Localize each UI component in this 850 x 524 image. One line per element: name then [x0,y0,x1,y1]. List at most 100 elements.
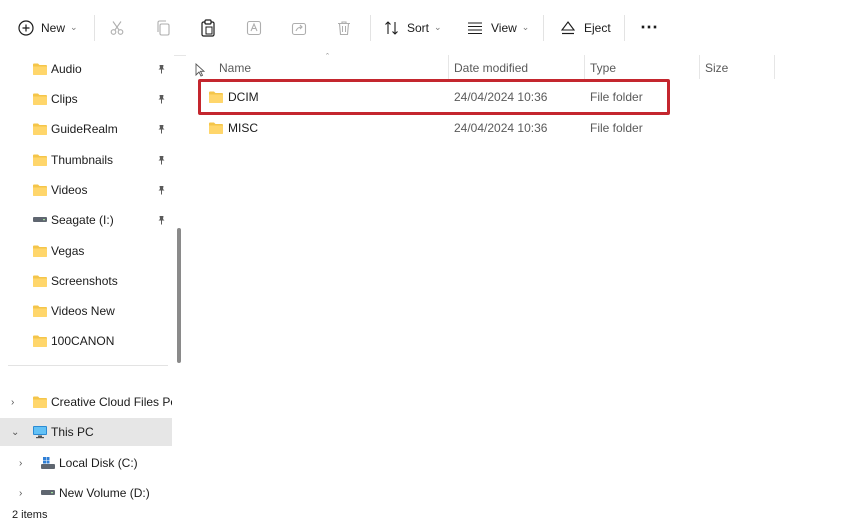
sidebar-item-label: Screenshots [51,274,118,288]
pin-icon [157,63,166,77]
chevron-right-icon[interactable]: › [19,458,22,469]
scissors-icon [110,20,124,35]
sidebar-item-clips[interactable]: Clips [0,85,172,113]
pin-icon [157,123,166,137]
sidebar-item-audio[interactable]: Audio [0,55,172,83]
sidebar-item-label: 100CANON [51,334,115,348]
drive-icon [32,213,48,227]
paste-button[interactable] [200,0,216,55]
folder-icon [32,334,48,351]
sidebar-item-label: Clips [51,92,78,106]
status-bar: 2 items [0,505,850,524]
sort-ascending-icon: ˆ [326,52,329,62]
file-date-modified: 24/04/2024 10:36 [454,121,548,135]
file-row-misc[interactable]: MISC 24/04/2024 10:36 File folder [199,113,671,143]
eject-button[interactable]: Eject [560,0,611,55]
tree-item-new-volume-d[interactable]: › New Volume (D:) [0,479,172,507]
sidebar-item-videos-new[interactable]: Videos New [0,297,172,325]
copy-icon [157,19,170,36]
drive-icon [40,486,56,500]
rename-icon [246,20,262,35]
share-icon [291,22,307,35]
tree-item-this-pc[interactable]: ⌄ This PC [0,418,172,446]
sidebar-scrollbar-thumb[interactable] [177,228,181,363]
chevron-down-icon: ⌄ [70,22,78,32]
sidebar-item-label: GuideRealm [51,122,118,136]
more-icon: ⋯ [640,17,659,37]
column-divider[interactable] [584,55,585,79]
sidebar-item-videos[interactable]: Videos [0,176,172,204]
folder-icon [32,274,48,291]
folder-icon [32,92,48,109]
column-header-size[interactable]: Size [705,58,728,78]
column-header-date-modified[interactable]: Date modified [454,58,528,78]
folder-icon [32,183,48,200]
delete-button[interactable] [336,0,352,55]
view-label: View [491,20,517,35]
list-view-icon [468,21,482,34]
copy-button[interactable] [155,0,171,55]
folder-icon [208,113,224,143]
chevron-down-icon: ⌄ [521,22,530,32]
tree-item-local-disk-c[interactable]: › Local Disk (C:) [0,449,172,477]
toolbar-divider [370,15,371,41]
pin-icon [157,184,166,198]
sidebar-item-vegas[interactable]: Vegas [0,237,172,265]
chevron-down-icon: ⌄ [434,22,442,32]
tree-item-creative-cloud-files-pers[interactable]: › Creative Cloud Files Pers [0,388,172,416]
chevron-down-icon[interactable]: ⌄ [11,427,19,438]
rename-button[interactable] [246,0,262,55]
sort-label: Sort [407,20,430,35]
computer-icon [32,425,48,442]
sidebar-item-seagate-i[interactable]: Seagate (I:) [0,206,172,234]
chevron-right-icon[interactable]: › [11,397,14,408]
column-header-type[interactable]: Type [590,58,616,78]
column-divider[interactable] [699,55,700,79]
new-label: New [41,20,66,35]
windows-drive-icon [40,456,56,473]
navigation-pane: Audio Clips GuideRealm Thumbnails Videos Seag… [0,55,174,505]
sidebar-item-label: Vegas [51,244,85,258]
item-count: 2 items [12,508,48,521]
mouse-cursor-icon [195,63,205,77]
column-divider[interactable] [774,55,775,79]
plus-circle-icon [18,19,34,36]
sidebar-item-guiderealm[interactable]: GuideRealm [0,115,172,143]
sort-icon [385,20,398,35]
file-type: File folder [590,121,643,135]
highlight-box [198,79,670,115]
cut-button[interactable] [109,0,125,55]
pin-icon [157,93,166,107]
folder-icon [32,395,48,412]
sidebar-item-label: Audio [51,62,82,76]
clipboard-icon [201,18,215,37]
tree-item-label: This PC [51,425,94,439]
chevron-right-icon[interactable]: › [19,488,22,499]
command-bar: New ⌄ Sort ⌄ View ⌄ Eject ⋯ [0,0,850,56]
pin-icon [157,214,166,228]
pin-icon [157,154,166,168]
column-header-name[interactable]: Name [219,58,251,78]
sidebar-item-screenshots[interactable]: Screenshots [0,267,172,295]
tree-item-label: Local Disk (C:) [59,456,138,470]
trash-icon [338,20,350,35]
sidebar-item-thumbnails[interactable]: Thumbnails [0,146,172,174]
view-button[interactable]: View ⌄ [467,0,529,55]
eject-icon [560,20,576,34]
eject-label: Eject [584,20,611,35]
more-options-button[interactable]: ⋯ [640,0,659,55]
sidebar-divider [8,365,168,366]
new-button[interactable]: New ⌄ [18,0,78,55]
sort-button[interactable]: Sort ⌄ [384,0,442,55]
folder-icon [32,304,48,321]
sidebar-item-label: Videos New [51,304,115,318]
file-name: MISC [228,121,258,135]
toolbar-divider [624,15,625,41]
sidebar-item-100canon[interactable]: 100CANON [0,327,172,355]
sidebar-item-label: Seagate (I:) [51,213,114,227]
share-button[interactable] [291,0,307,55]
toolbar-divider [94,15,95,41]
sidebar-item-label: Thumbnails [51,153,114,167]
column-divider[interactable] [448,55,449,79]
folder-icon [32,244,48,261]
